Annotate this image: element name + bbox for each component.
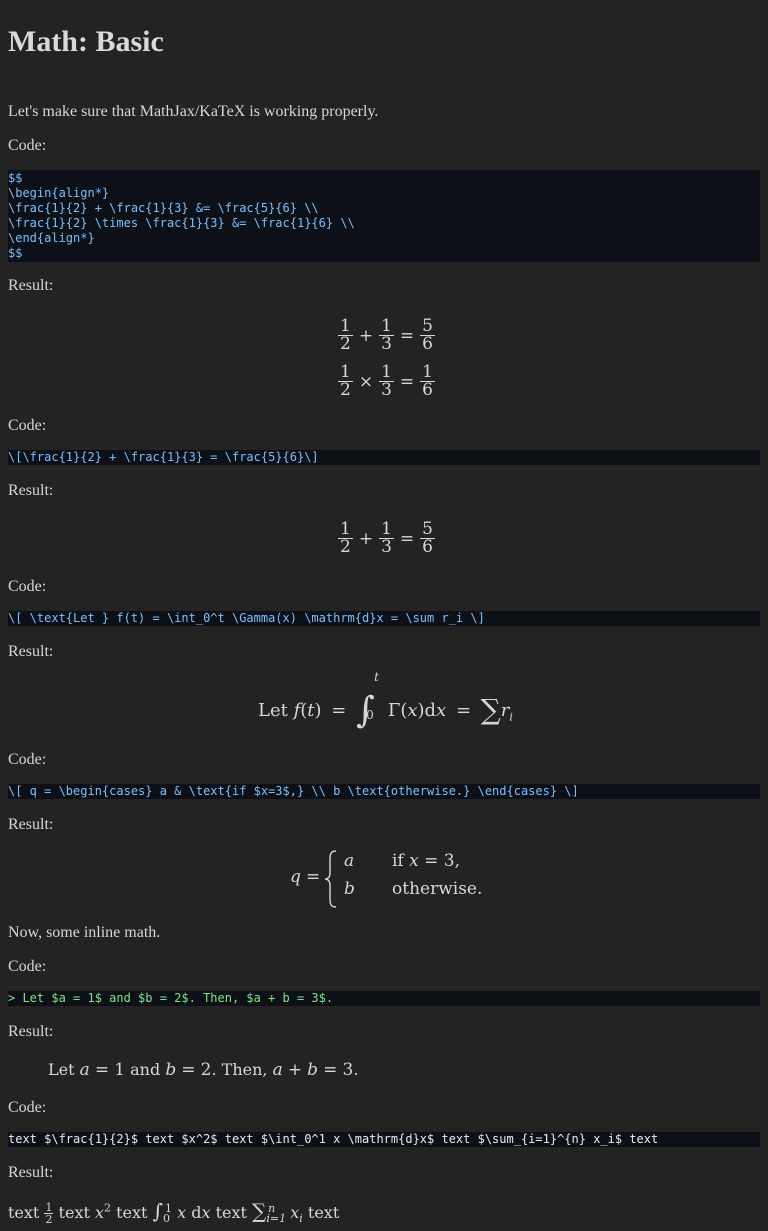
result-label-3: Result: bbox=[8, 643, 54, 660]
integral-symbol: ∫ t 0 bbox=[356, 670, 379, 731]
code-block-5[interactable]: > Let $a = 1$ and $b = 2$. Then, $a + b … bbox=[8, 991, 760, 1006]
code-label-3: Code: bbox=[8, 578, 47, 595]
math-result-fraction-sum: 1 2 +1 3 = 5 6 bbox=[8, 501, 760, 571]
code-block-3[interactable]: \[ \text{Let } f(t) = \int_0^t \Gamma(x)… bbox=[8, 611, 760, 626]
code-label-6: Code: bbox=[8, 1099, 47, 1116]
code-label-5: Code: bbox=[8, 958, 47, 975]
inline-math-result: text 12 text x2 text ∫01 x dx text ∑i=1n… bbox=[8, 1199, 340, 1226]
sum-symbol: ∑ bbox=[480, 693, 501, 726]
page-title: Math: Basic bbox=[8, 25, 164, 58]
inline-integral-symbol: ∫ bbox=[152, 1199, 163, 1223]
code-label-2: Code: bbox=[8, 417, 47, 434]
code-block-1[interactable]: $$ \begin{align*} \frac{1}{2} + \frac{1}… bbox=[8, 170, 760, 262]
code-label-4: Code: bbox=[8, 751, 47, 768]
code-line: > Let $a = 1$ and $b = 2$. Then, $a + b … bbox=[8, 991, 334, 1005]
page: Math: Basic Let's make sure that MathJax… bbox=[0, 0, 768, 1231]
code-line: $$ bbox=[8, 171, 23, 185]
code-line: \frac{1}{2} + \frac{1}{3} &= \frac{5}{6}… bbox=[8, 201, 319, 215]
code-line: \[ \text{Let } f(t) = \int_0^t \Gamma(x)… bbox=[8, 611, 485, 625]
math-result-cases: q = a if x = 3, b otherwise. bbox=[8, 835, 760, 927]
math-result-align: 1 2 +1 3 = 5 6 1 2 × 1 3 = 1 6 bbox=[8, 296, 760, 416]
code-block-6[interactable]: text $\frac{1}{2}$ text $x^2$ text $\int… bbox=[8, 1132, 760, 1147]
code-line: \end{align*} bbox=[8, 231, 95, 245]
code-line: \[\frac{1}{2} + \frac{1}{3} = \frac{5}{6… bbox=[8, 450, 319, 464]
code-line: \frac{1}{2} \times \frac{1}{3} &= \frac{… bbox=[8, 216, 355, 230]
fraction-sum-row: 1 2 +1 3 = 5 6 bbox=[338, 519, 435, 557]
code-line: $$ bbox=[8, 246, 23, 260]
inline-fraction: 12 bbox=[44, 1201, 54, 1226]
code-label-1: Code: bbox=[8, 137, 47, 154]
code-line: \begin{align*} bbox=[8, 186, 110, 200]
result-label-4: Result: bbox=[8, 816, 54, 833]
inline-sum-symbol: ∑ bbox=[252, 1199, 267, 1223]
math-result-integral: Let f(t) = ∫ t 0 Γ(x)dx = ∑ri bbox=[258, 670, 513, 731]
result-label-5: Result: bbox=[8, 1023, 54, 1040]
align-row-1: 1 2 +1 3 = 5 6 bbox=[338, 316, 435, 354]
left-brace-icon bbox=[324, 850, 337, 908]
blockquote-result: Let a = 1 and b = 2. Then, a + b = 3. bbox=[48, 1060, 359, 1080]
code-block-4[interactable]: \[ q = \begin{cases} a & \text{if $x=3$,… bbox=[8, 784, 760, 799]
intro-text: Let's make sure that MathJax/KaTeX is wo… bbox=[8, 103, 379, 120]
code-line: text $\frac{1}{2}$ text $x^2$ text $\int… bbox=[8, 1132, 659, 1146]
align-row-2: 1 2 × 1 3 = 1 6 bbox=[338, 362, 435, 400]
code-block-2[interactable]: \[\frac{1}{2} + \frac{1}{3} = \frac{5}{6… bbox=[8, 450, 760, 465]
code-line: \[ q = \begin{cases} a & \text{if $x=3$,… bbox=[8, 784, 579, 798]
result-label-6: Result: bbox=[8, 1164, 54, 1181]
result-label-2: Result: bbox=[8, 482, 54, 499]
result-label-1: Result: bbox=[8, 277, 54, 294]
